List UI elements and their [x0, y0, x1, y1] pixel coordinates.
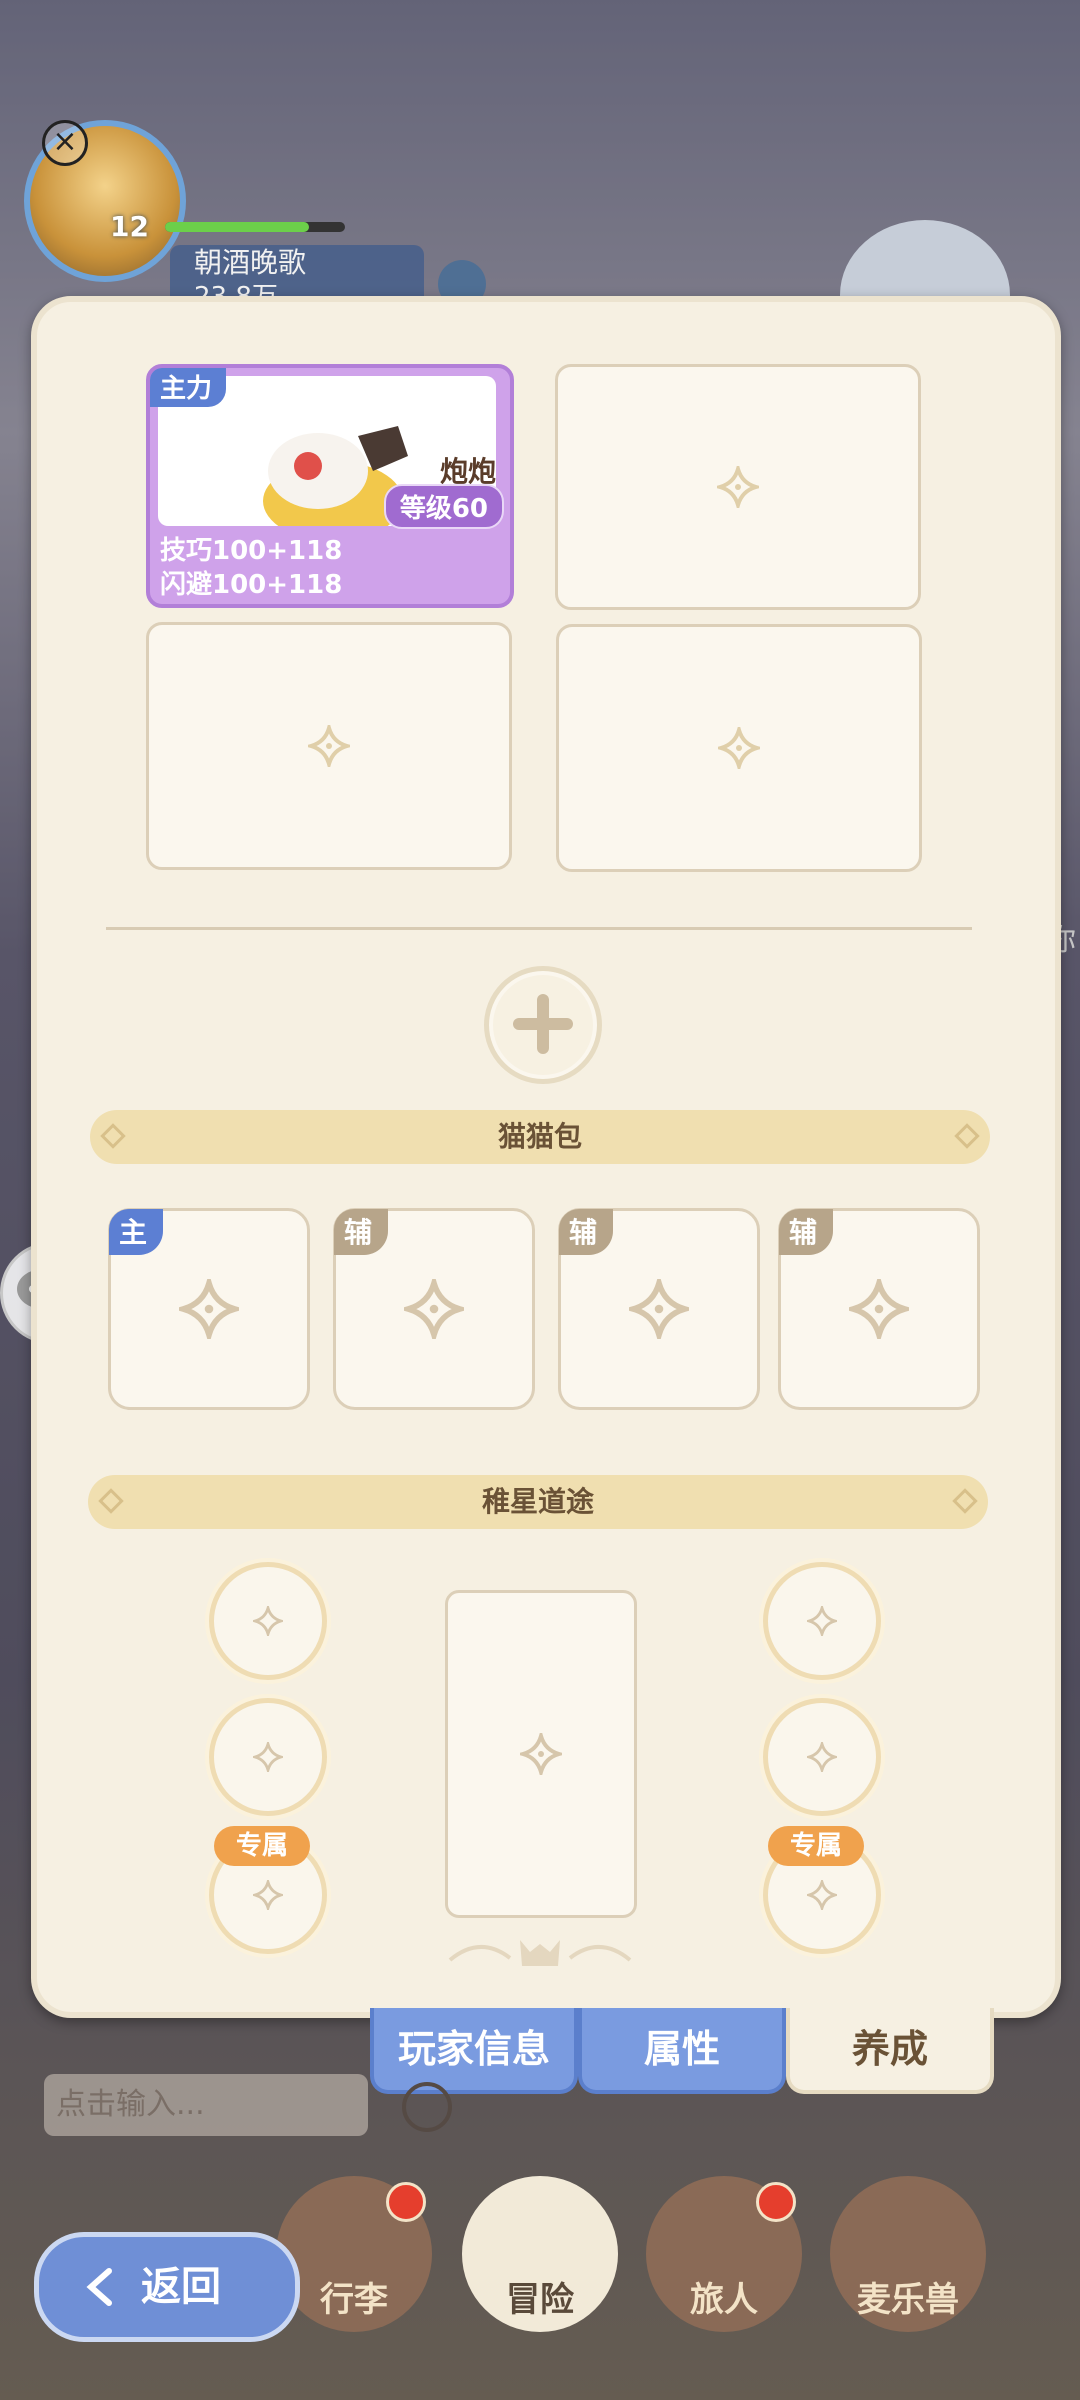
- diamond-slot-icon: [249, 1602, 287, 1640]
- chat-input[interactable]: 点击输入...: [44, 2074, 368, 2136]
- ribbon-diamond-icon: [954, 1123, 980, 1149]
- diamond-slot-icon: [172, 1272, 246, 1346]
- pet-stat-skill: 技巧100+118: [160, 536, 343, 566]
- pet-slot-2[interactable]: [555, 364, 921, 610]
- star-slot-left-2[interactable]: [209, 1698, 327, 1816]
- back-label: 返回: [141, 2264, 221, 2310]
- diamond-slot-icon: [249, 1876, 287, 1914]
- tab-player-info[interactable]: 玩家信息: [370, 2008, 578, 2094]
- ribbon-diamond-icon: [98, 1488, 124, 1514]
- bag-slot-tag: 辅: [779, 1209, 834, 1255]
- send-icon[interactable]: [402, 2082, 452, 2132]
- diamond-slot-icon: [803, 1876, 841, 1914]
- bag-slot-sub-3[interactable]: 辅: [778, 1208, 980, 1410]
- cat-emblem-icon: [448, 1940, 632, 1966]
- exclusive-badge-left: 专属: [214, 1826, 310, 1866]
- nav-label: 麦乐兽: [857, 2280, 959, 2320]
- tab-cultivate[interactable]: 养成: [786, 2008, 994, 2094]
- star-slot-right-2[interactable]: [763, 1698, 881, 1816]
- nav-traveler[interactable]: 旅人: [646, 2176, 802, 2332]
- pet-level-badge: 等级60: [383, 484, 504, 529]
- plus-icon[interactable]: [484, 966, 602, 1084]
- bag-slot-tag: 辅: [559, 1209, 614, 1255]
- diamond-slot-icon: [249, 1738, 287, 1776]
- bag-slot-tag: 辅: [334, 1209, 389, 1255]
- pet-stat-dodge: 闪避100+118: [160, 570, 343, 600]
- pet-slot-3[interactable]: [146, 622, 512, 870]
- star-path-center-slot[interactable]: [445, 1590, 637, 1918]
- back-button[interactable]: 返回: [34, 2232, 300, 2342]
- close-x-icon[interactable]: ×: [42, 120, 88, 166]
- nav-label: 旅人: [690, 2280, 758, 2320]
- nav-luggage[interactable]: 行李: [276, 2176, 432, 2332]
- player-hp-fill: [165, 222, 309, 232]
- pet-card[interactable]: 主力 炮炮 等级60 技巧100+118 闪避100+118: [146, 364, 514, 608]
- diamond-slot-icon: [622, 1272, 696, 1346]
- player-name: 朝酒晚歌: [194, 246, 307, 279]
- nav-label: 冒险: [506, 2280, 574, 2320]
- diamond-slot-icon: [803, 1602, 841, 1640]
- star-path-title: 稚星道途: [481, 1485, 594, 1518]
- star-slot-left-1[interactable]: [209, 1562, 327, 1680]
- player-hp-bar: [165, 222, 345, 232]
- diamond-slot-icon: [515, 1728, 567, 1780]
- player-level: 12: [110, 210, 149, 243]
- notification-dot: [756, 2182, 796, 2222]
- tab-attributes[interactable]: 属性: [578, 2008, 786, 2094]
- bag-slot-tag: 主: [109, 1209, 164, 1255]
- diamond-slot-icon: [842, 1272, 916, 1346]
- diamond-slot-icon: [397, 1272, 471, 1346]
- bag-slot-sub-1[interactable]: 辅: [333, 1208, 535, 1410]
- section-divider: [106, 927, 972, 930]
- diamond-slot-icon: [803, 1738, 841, 1776]
- star-slot-right-1[interactable]: [763, 1562, 881, 1680]
- bag-section-title: 猫猫包: [90, 1110, 990, 1164]
- notification-dot: [386, 2182, 426, 2222]
- bag-title: 猫猫包: [497, 1120, 582, 1153]
- back-arrow-icon: [86, 2268, 112, 2306]
- nav-pets[interactable]: 麦乐兽: [830, 2176, 986, 2332]
- ribbon-diamond-icon: [100, 1123, 126, 1149]
- diamond-slot-icon: [712, 461, 764, 513]
- exclusive-badge-right: 专属: [768, 1826, 864, 1866]
- diamond-slot-icon: [303, 720, 355, 772]
- pet-slot-4[interactable]: [556, 624, 922, 872]
- star-path-section-title: 稚星道途: [88, 1475, 988, 1529]
- diamond-slot-icon: [713, 722, 765, 774]
- ribbon-diamond-icon: [952, 1488, 978, 1514]
- bag-slot-sub-2[interactable]: 辅: [558, 1208, 760, 1410]
- pet-main-tag: 主力: [150, 368, 227, 407]
- nav-adventure[interactable]: 冒险: [462, 2176, 618, 2332]
- bag-slot-main[interactable]: 主: [108, 1208, 310, 1410]
